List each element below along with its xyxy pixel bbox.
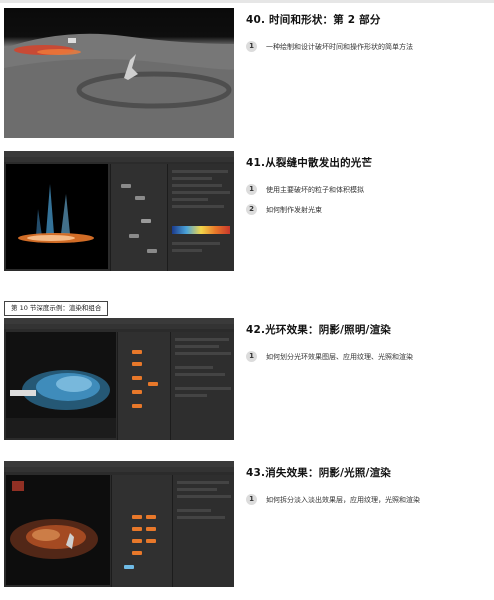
bullet-text: 如何划分光环效果图层、应用纹理、光照和渲染 [266, 352, 413, 361]
lesson-42: 42.光环效果：阴影/照明/渲染 1 如何划分光环效果图层、应用纹理、光照和渲染 [0, 318, 494, 450]
render-viewport [6, 164, 108, 269]
bullet-item: 1 一种绘制和设计破坏时间和操作形状的简单方法 [246, 41, 490, 52]
bullet-list: 1 一种绘制和设计破坏时间和操作形状的简单方法 [246, 41, 490, 52]
parameters-panel [172, 475, 234, 587]
lesson-title: 40. 时间和形状：第 2 部分 [246, 14, 381, 26]
bullet-number: 1 [246, 494, 257, 505]
bullet-item: 1 使用主要破坏的粒子和体积模拟 [246, 184, 490, 195]
bullet-number: 2 [246, 204, 257, 215]
bullet-number: 1 [246, 41, 257, 52]
bullet-text: 使用主要破坏的粒子和体积模拟 [266, 185, 364, 194]
bullet-item: 1 如何拆分淡入淡出效果层，应用纹理，光照和渲染 [246, 494, 490, 505]
lesson-41-thumbnail[interactable] [4, 151, 234, 271]
node-graph-panel [110, 164, 167, 271]
parameters-panel [170, 332, 234, 440]
bullet-list: 1 如何拆分淡入淡出效果层，应用纹理，光照和渲染 [246, 494, 490, 505]
lesson-41-info: 41.从裂缝中散发出的光芒 1 使用主要破坏的粒子和体积模拟 2 如何制作发射光… [246, 155, 490, 224]
bullet-item: 2 如何制作发射光束 [246, 204, 490, 215]
lesson-42-thumbnail[interactable] [4, 318, 234, 440]
bullet-list: 1 如何划分光环效果图层、应用纹理、光照和渲染 [246, 351, 490, 362]
render-viewport [6, 475, 110, 585]
app-toolbar [4, 157, 234, 162]
bullet-text: 一种绘制和设计破坏时间和操作形状的简单方法 [266, 42, 413, 51]
lesson-42-info: 42.光环效果：阴影/照明/渲染 1 如何划分光环效果图层、应用纹理、光照和渲染 [246, 322, 490, 371]
node-graph-panel [111, 475, 172, 587]
bullet-text: 如何制作发射光束 [266, 205, 322, 214]
bullet-number: 1 [246, 351, 257, 362]
bullet-number: 1 [246, 184, 257, 195]
bullet-list: 1 使用主要破坏的粒子和体积模拟 2 如何制作发射光束 [246, 184, 490, 215]
lesson-title: 42.光环效果：阴影/照明/渲染 [246, 324, 391, 336]
lesson-43-info: 43.消失效果：阴影/光照/渲染 1 如何拆分淡入淡出效果层，应用纹理，光照和渲… [246, 465, 490, 514]
section-label: 第 10 节深度示例：渲染和组合 [4, 301, 109, 316]
lesson-43-thumbnail[interactable] [4, 461, 234, 587]
course-outline-page: 40. 时间和形状：第 2 部分 1 一种绘制和设计破坏时间和操作形状的简单方法 [0, 0, 494, 600]
light-beam-render [6, 164, 108, 269]
lesson-41: 41.从裂缝中散发出的光芒 1 使用主要破坏的粒子和体积模拟 2 如何制作发射光… [0, 151, 494, 283]
dissolve-effect-render [6, 475, 110, 585]
render-viewport [6, 332, 116, 438]
parameters-panel [167, 164, 234, 271]
app-toolbar [4, 324, 234, 329]
lesson-40: 40. 时间和形状：第 2 部分 1 一种绘制和设计破坏时间和操作形状的简单方法 [0, 8, 494, 140]
lesson-title: 41.从裂缝中散发出的光芒 [246, 157, 373, 169]
lesson-40-thumbnail[interactable] [4, 8, 234, 138]
bullet-text: 如何拆分淡入淡出效果层，应用纹理，光照和渲染 [266, 495, 420, 504]
node-graph-panel [117, 332, 170, 440]
lesson-title: 43.消失效果：阴影/光照/渲染 [246, 467, 391, 479]
lesson-43: 43.消失效果：阴影/光照/渲染 1 如何拆分淡入淡出效果层，应用纹理，光照和渲… [0, 461, 494, 593]
lesson-40-info: 40. 时间和形状：第 2 部分 1 一种绘制和设计破坏时间和操作形状的简单方法 [246, 12, 490, 61]
app-toolbar [4, 467, 234, 472]
terrain-render-image [4, 33, 234, 138]
bullet-item: 1 如何划分光环效果图层、应用纹理、光照和渲染 [246, 351, 490, 362]
aura-effect-render [6, 332, 116, 438]
top-divider [0, 0, 494, 3]
